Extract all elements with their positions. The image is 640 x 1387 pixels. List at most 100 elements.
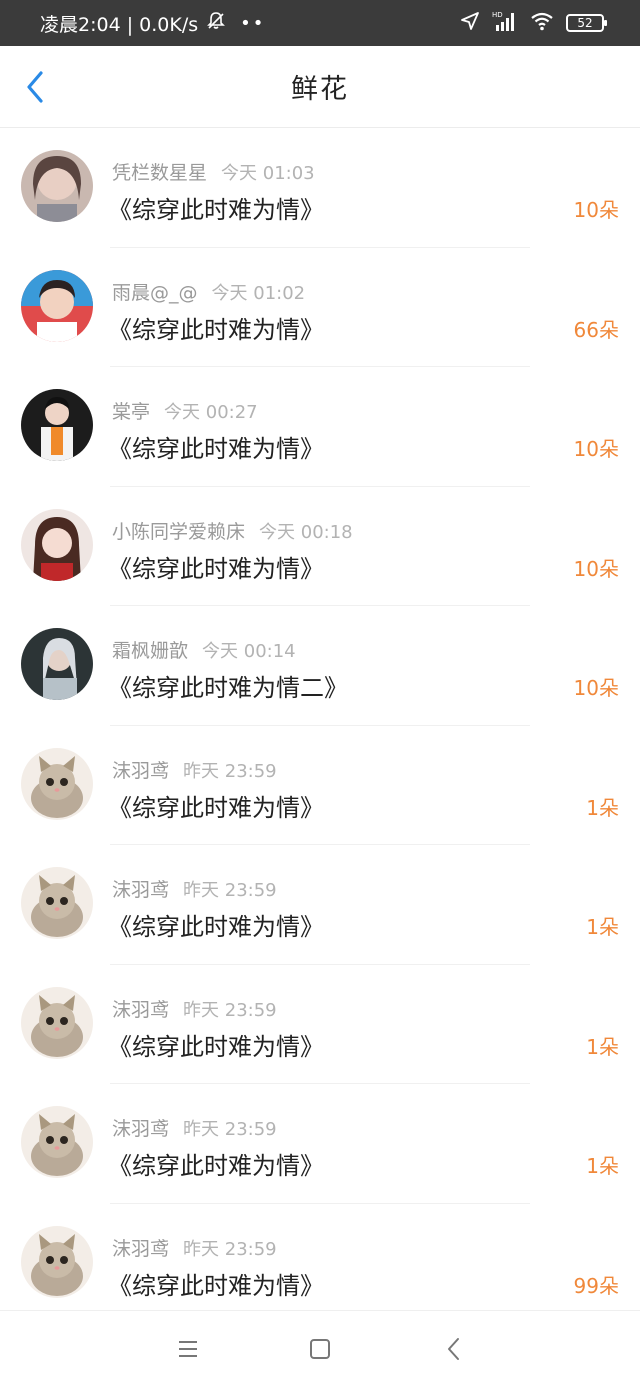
timestamp: 今天 01:02	[211, 282, 306, 304]
hd-signal-icon: HD	[492, 10, 518, 36]
book-title[interactable]: 《综穿此时难为情》	[108, 429, 324, 464]
wifi-icon	[530, 11, 554, 35]
list-item[interactable]: 雨晨@_@ 今天 01:02 《综穿此时难为情》 66朵	[0, 248, 640, 368]
list-item[interactable]: 沫羽鸢 昨天 23:59 《综穿此时难为情》 1朵	[0, 965, 640, 1085]
avatar-image	[21, 389, 93, 461]
avatar-image	[21, 1106, 93, 1178]
avatar[interactable]	[21, 508, 93, 581]
header: 鲜花	[0, 46, 640, 128]
avatar-image	[21, 508, 93, 581]
list-item[interactable]: 小陈同学爱赖床 今天 00:18 《综穿此时难为情》 10朵	[0, 487, 640, 607]
flower-count: 1朵	[586, 1034, 619, 1059]
page-title: 鲜花	[291, 74, 349, 105]
flower-count: 10朵	[573, 676, 619, 700]
user-name[interactable]: 沫羽鸢	[112, 760, 169, 782]
row-meta: 雨晨@_@ 今天 01:02	[112, 278, 305, 305]
avatar[interactable]	[21, 1106, 93, 1178]
row-meta: 凭栏数星星 今天 01:03	[112, 158, 315, 185]
row-meta: 沫羽鸢 昨天 23:59	[112, 1114, 277, 1141]
list-item[interactable]: 棠亭 今天 00:27 《综穿此时难为情》 10朵	[0, 367, 640, 487]
avatar-image	[21, 1225, 93, 1298]
book-title[interactable]: 《综穿此时难为情》	[108, 1027, 324, 1062]
timestamp: 昨天 23:59	[183, 1119, 277, 1140]
system-back-button[interactable]	[442, 1337, 466, 1361]
flower-count: 1朵	[586, 915, 619, 939]
avatar-image	[21, 986, 93, 1059]
timestamp: 昨天 23:59	[183, 1238, 277, 1260]
list-item[interactable]: 沫羽鸢 昨天 23:59 《综穿此时难为情》 99朵	[0, 1204, 640, 1324]
battery-icon: 52	[566, 14, 607, 32]
home-button[interactable]	[308, 1337, 332, 1361]
flower-count: 66朵	[573, 317, 619, 342]
timestamp: 今天 01:03	[221, 163, 315, 184]
flower-count: 99朵	[573, 1273, 619, 1298]
flower-count: 10朵	[573, 437, 619, 461]
avatar[interactable]	[21, 269, 93, 342]
avatar[interactable]	[21, 1225, 93, 1298]
back-button[interactable]	[20, 71, 50, 103]
menu-icon	[179, 1341, 197, 1357]
flower-list: 凭栏数星星 今天 01:03 《综穿此时难为情》 10朵 雨晨@_@ 今天 01:02 《综…	[0, 128, 640, 1323]
avatar[interactable]	[21, 150, 93, 222]
avatar-image	[21, 269, 93, 342]
row-meta: 霜枫姗歆 今天 00:14	[112, 636, 296, 663]
status-time: 凌晨2:04 | 0.0K/s	[40, 13, 199, 36]
user-name[interactable]: 小陈同学爱赖床	[112, 521, 245, 543]
avatar-image	[21, 867, 93, 939]
row-meta: 沫羽鸢 昨天 23:59	[112, 1234, 277, 1261]
row-meta: 小陈同学爱赖床 今天 00:18	[112, 517, 353, 544]
book-title[interactable]: 《综穿此时难为情二》	[108, 668, 348, 703]
avatar[interactable]	[21, 867, 93, 939]
row-meta: 沫羽鸢 昨天 23:59	[112, 995, 277, 1022]
user-name[interactable]: 雨晨@_@	[112, 282, 198, 304]
book-title[interactable]: 《综穿此时难为情》	[108, 190, 324, 225]
list-item[interactable]: 霜枫姗歆 今天 00:14 《综穿此时难为情二》 10朵	[0, 606, 640, 726]
avatar[interactable]	[21, 628, 93, 700]
chevron-left-icon	[27, 71, 43, 103]
row-meta: 沫羽鸢 昨天 23:59	[112, 875, 277, 902]
user-name[interactable]: 沫羽鸢	[112, 879, 169, 901]
row-meta: 棠亭 今天 00:27	[112, 397, 258, 424]
timestamp: 昨天 23:59	[183, 760, 277, 782]
book-title[interactable]: 《综穿此时难为情》	[108, 1266, 324, 1301]
user-name[interactable]: 霜枫姗歆	[112, 640, 188, 662]
user-name[interactable]: 沫羽鸢	[112, 999, 169, 1021]
avatar[interactable]	[21, 986, 93, 1059]
menu-button[interactable]	[176, 1337, 200, 1361]
flower-count: 1朵	[586, 795, 619, 820]
user-name[interactable]: 沫羽鸢	[112, 1118, 169, 1140]
book-title[interactable]: 《综穿此时难为情》	[108, 1146, 324, 1181]
avatar[interactable]	[21, 747, 93, 820]
back-triangle-icon	[448, 1338, 459, 1360]
list-item[interactable]: 沫羽鸢 昨天 23:59 《综穿此时难为情》 1朵	[0, 845, 640, 965]
user-name[interactable]: 沫羽鸢	[112, 1238, 169, 1260]
timestamp: 昨天 23:59	[183, 880, 277, 901]
bell-off-icon	[206, 11, 226, 36]
user-name[interactable]: 棠亭	[112, 401, 150, 423]
book-title[interactable]: 《综穿此时难为情》	[108, 788, 324, 823]
list-item[interactable]: 沫羽鸢 昨天 23:59 《综穿此时难为情》 1朵	[0, 726, 640, 846]
avatar-image	[21, 628, 93, 700]
flower-count: 10朵	[573, 198, 619, 222]
flower-count: 1朵	[586, 1154, 619, 1178]
location-arrow-icon	[460, 11, 480, 35]
book-title[interactable]: 《综穿此时难为情》	[108, 310, 324, 345]
flower-count: 10朵	[573, 556, 619, 581]
timestamp: 今天 00:27	[164, 402, 258, 423]
home-square-icon	[310, 1339, 330, 1359]
status-dots: ••	[240, 12, 266, 34]
status-left: 凌晨2:04 | 0.0K/s ••	[40, 10, 265, 37]
timestamp: 昨天 23:59	[183, 999, 277, 1021]
status-right: HD 52	[460, 10, 607, 36]
avatar[interactable]	[21, 389, 93, 461]
user-name[interactable]: 凭栏数星星	[112, 162, 207, 184]
svg-text:HD: HD	[492, 11, 503, 19]
list-item[interactable]: 沫羽鸢 昨天 23:59 《综穿此时难为情》 1朵	[0, 1084, 640, 1204]
list-item[interactable]: 凭栏数星星 今天 01:03 《综穿此时难为情》 10朵	[0, 128, 640, 248]
book-title[interactable]: 《综穿此时难为情》	[108, 549, 324, 584]
book-title[interactable]: 《综穿此时难为情》	[108, 907, 324, 942]
timestamp: 今天 00:14	[202, 641, 296, 662]
avatar-image	[21, 150, 93, 222]
status-bar: 凌晨2:04 | 0.0K/s •• HD 52	[0, 0, 640, 46]
battery-level: 52	[577, 16, 593, 30]
